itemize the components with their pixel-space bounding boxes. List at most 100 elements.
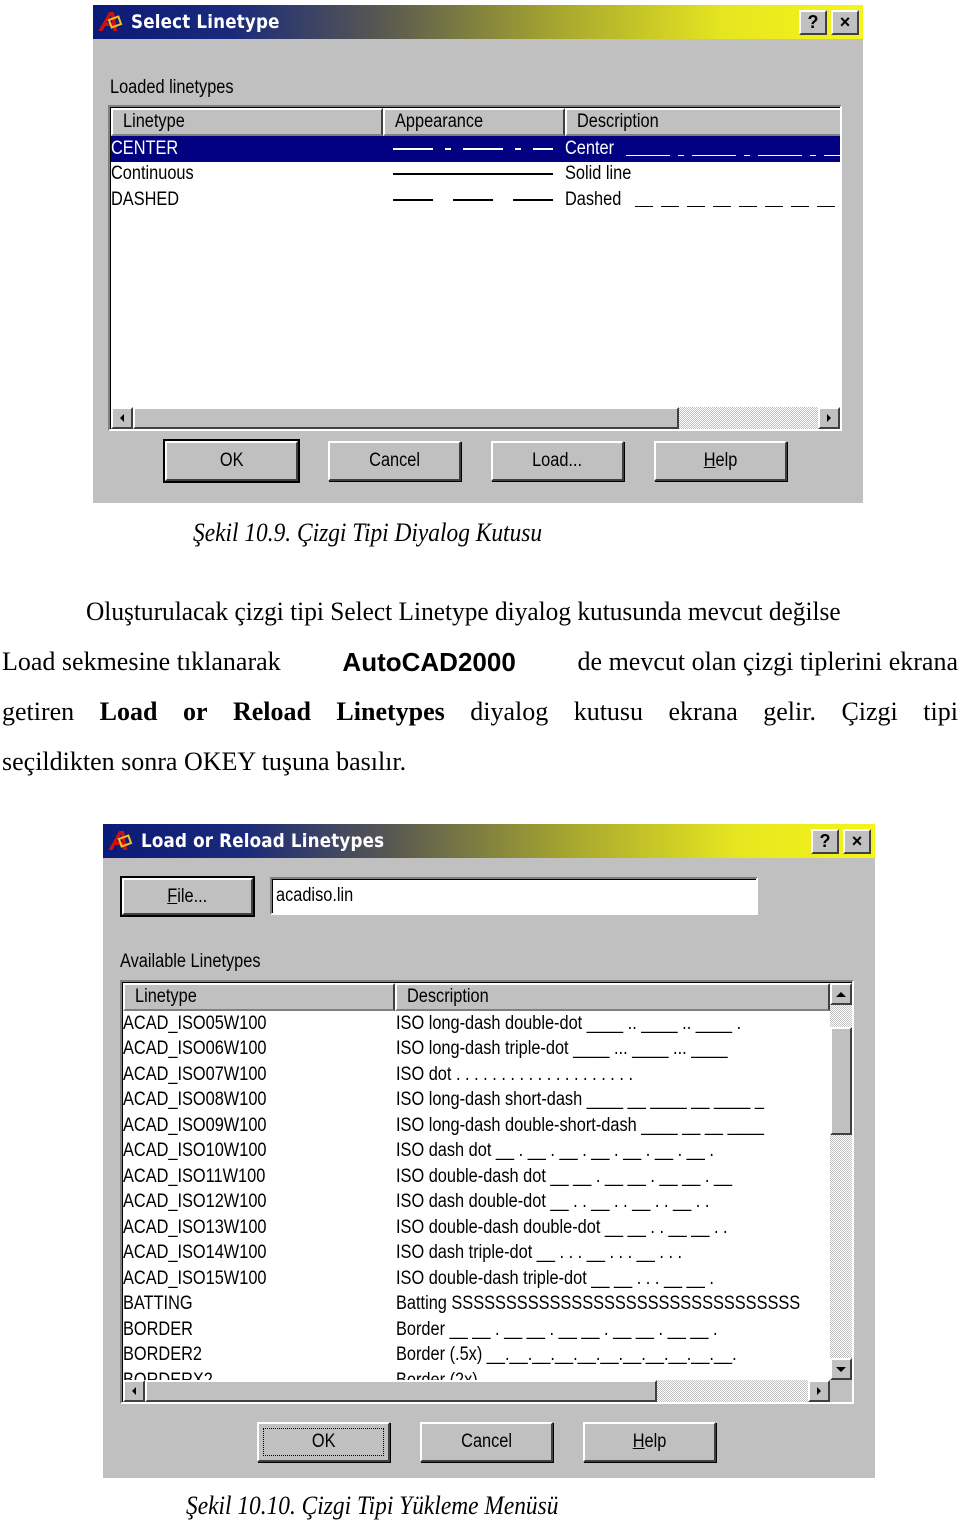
linetype-row[interactable]: Continuous Solid line [111, 162, 840, 188]
paragraph-word: ekrana [668, 697, 738, 726]
description-cell: Border __ __ . __ __ . __ __ . __ __ . _… [396, 1317, 830, 1343]
linetype-row[interactable]: DASHED Dashed [111, 187, 840, 213]
linetype-row[interactable]: BORDERX2 Border (2x) ____ ____ . ____ ___… [123, 1368, 830, 1380]
help-question-button[interactable]: ? [811, 829, 839, 854]
scroll-thumb[interactable] [133, 407, 679, 429]
linetype-row[interactable]: ACAD_ISO12W100 ISO dash double-dot __ . .… [123, 1190, 830, 1216]
scroll-thumb[interactable] [830, 1027, 852, 1135]
linetype-row[interactable]: ACAD_ISO06W100 ISO long-dash triple-dot _… [123, 1037, 830, 1063]
paragraph-word: tipi [923, 697, 958, 726]
horizontal-scrollbar[interactable] [123, 1380, 830, 1402]
list-header: Linetype Appearance Description [111, 108, 840, 136]
linetype-row[interactable]: ACAD_ISO10W100 ISO dash dot __ . __ . __ … [123, 1139, 830, 1165]
linetype-row[interactable]: CENTER Center [111, 136, 840, 162]
description-cell: ISO double-dash double-dot __ __ . . __ … [396, 1215, 830, 1241]
linetype-description: ISO double-dash triple-dot __ __ . . . _… [396, 1267, 714, 1289]
column-header-appearance[interactable]: Appearance [383, 108, 565, 136]
cancel-button[interactable]: Cancel [420, 1422, 553, 1462]
arrow-down-icon [836, 1366, 846, 1372]
close-icon: × [839, 12, 851, 32]
linetype-row[interactable]: ACAD_ISO07W100 ISO dot . . . . . . . . . … [123, 1062, 830, 1088]
linetype-name: ACAD_ISO08W100 [123, 1089, 267, 1111]
loaded-linetypes-list[interactable]: Linetype Appearance Description CENTER Ce… [108, 105, 842, 431]
scroll-thumb[interactable] [145, 1380, 657, 1402]
help-button[interactable]: Help [583, 1422, 716, 1462]
scroll-left-button[interactable] [111, 407, 133, 429]
column-header-description[interactable]: Description [394, 983, 830, 1011]
linetype-description: ISO long-dash short-dash ____ __ ____ __… [396, 1089, 764, 1111]
column-label: Description [406, 986, 489, 1007]
linetype-name: ACAD_ISO15W100 [123, 1267, 267, 1289]
linetype-row[interactable]: ACAD_ISO11W100 ISO double-dash dot __ __ … [123, 1164, 830, 1190]
linetype-row[interactable]: ACAD_ISO09W100 ISO long-dash double-short… [123, 1113, 830, 1139]
paragraph-line-3: getiren Load or Reload Linetypes diyalog kutus… [2, 697, 958, 727]
linetype-name-cell: ACAD_ISO15W100 [123, 1266, 396, 1292]
description-cell: ISO dash double-dot __ . . __ . . __ . .… [396, 1190, 830, 1216]
horizontal-scrollbar[interactable] [111, 407, 840, 429]
paragraph-word: getiren [2, 697, 75, 726]
load-button[interactable]: Load... [491, 441, 624, 481]
column-header-linetype[interactable]: Linetype [111, 108, 383, 136]
linetype-row[interactable]: BORDER Border __ __ . __ __ . __ __ . __ … [123, 1317, 830, 1343]
appearance-cell [393, 187, 565, 213]
list-rows: CENTER Center Continuous Solid line DASHED Da… [111, 136, 840, 213]
scroll-left-button[interactable] [123, 1380, 145, 1402]
linetype-name: BORDER2 [123, 1344, 202, 1366]
column-header-linetype[interactable]: Linetype [123, 983, 395, 1011]
scroll-up-button[interactable] [830, 983, 852, 1005]
linetype-name-cell: CENTER [111, 136, 383, 162]
paragraph-text: Load sekmesine tıklanarak [2, 647, 281, 676]
ok-button[interactable]: OK [163, 439, 300, 483]
title-bar[interactable]: A Load or Reload Linetypes ? × [103, 824, 875, 858]
linetype-name: BORDER [123, 1318, 193, 1340]
column-header-description[interactable]: Description [565, 108, 840, 136]
column-label: Appearance [395, 111, 484, 132]
column-label: Linetype [135, 986, 197, 1007]
linetype-description: Center [565, 137, 615, 159]
linetype-row[interactable]: ACAD_ISO08W100 ISO long-dash short-dash _… [123, 1088, 830, 1114]
linetype-row[interactable]: BATTING Batting SSSSSSSSSSSSSSSSSSSSSSSSS… [123, 1292, 830, 1318]
question-icon: ? [807, 12, 819, 32]
linetype-file-input[interactable]: acadiso.lin [270, 877, 758, 915]
title-bar[interactable]: A Select Linetype ? × [93, 5, 863, 39]
file-button[interactable]: File... [120, 876, 255, 917]
arrow-left-icon [120, 414, 124, 422]
linetype-name-cell: ACAD_ISO14W100 [123, 1241, 396, 1267]
appearance-sample-dashed [393, 198, 553, 201]
linetype-name: ACAD_ISO13W100 [123, 1216, 267, 1238]
linetype-row[interactable]: ACAD_ISO14W100 ISO dash triple-dot __ . .… [123, 1241, 830, 1267]
question-icon: ? [819, 831, 831, 851]
linetype-row[interactable]: ACAD_ISO13W100 ISO double-dash double-dot… [123, 1215, 830, 1241]
linetype-description: Dashed [565, 188, 622, 210]
available-linetypes-list[interactable]: Linetype Description ACAD_ISO05W100 ISO l… [120, 980, 854, 1404]
scroll-right-button[interactable] [818, 407, 840, 429]
linetype-name-cell: BORDER [123, 1317, 396, 1343]
paragraph-text: Oluşturulacak çizgi tipi Select Linetype… [86, 597, 841, 626]
description-cell: Border (.5x) __.__.__.__.__.__.__.__.__.… [396, 1343, 830, 1369]
linetype-name-cell: ACAD_ISO13W100 [123, 1215, 396, 1241]
linetype-row[interactable]: ACAD_ISO15W100 ISO double-dash triple-dot… [123, 1266, 830, 1292]
file-label-rest: ile... [177, 885, 208, 907]
scroll-down-button[interactable] [830, 1358, 852, 1380]
list-rows: ACAD_ISO05W100 ISO long-dash double-dot _… [123, 1011, 830, 1380]
linetype-row[interactable]: BORDER2 Border (.5x) __.__.__.__.__.__.__… [123, 1343, 830, 1369]
description-cell: ISO dot . . . . . . . . . . . . . . . . … [396, 1062, 830, 1088]
vertical-scrollbar[interactable] [830, 983, 852, 1380]
help-mnemonic: H [632, 1431, 645, 1452]
cancel-button[interactable]: Cancel [328, 441, 461, 481]
help-label: Help [633, 1431, 667, 1453]
close-button[interactable]: × [831, 10, 859, 35]
scroll-right-button[interactable] [808, 1380, 830, 1402]
close-button[interactable]: × [843, 829, 871, 854]
ok-button[interactable]: OK [257, 1422, 390, 1462]
appearance-cell [393, 136, 565, 162]
linetype-row[interactable]: ACAD_ISO05W100 ISO long-dash double-dot _… [123, 1011, 830, 1037]
figure-caption-10-9: Şekil 10.9. Çizgi Tipi Diyalog Kutusu [193, 518, 543, 547]
autocad2000-emphasis: AutoCAD2000 [342, 647, 516, 677]
appearance-cell [393, 162, 565, 188]
linetype-description: Batting SSSSSSSSSSSSSSSSSSSSSSSSSSSSSSSS [396, 1293, 801, 1315]
help-question-button[interactable]: ? [799, 10, 827, 35]
paragraph-word: diyalog [470, 697, 549, 726]
help-label: Help [704, 450, 738, 472]
help-button[interactable]: Help [654, 441, 787, 481]
